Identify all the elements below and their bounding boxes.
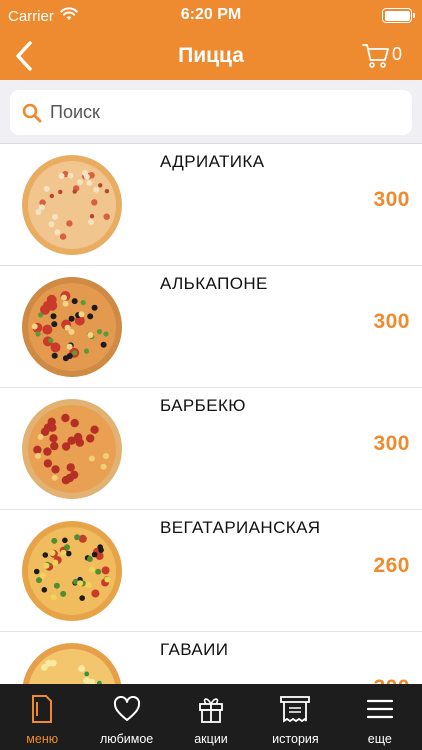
cart-button[interactable] (360, 42, 392, 70)
pizza-image (20, 275, 124, 379)
tab-4[interactable]: история (253, 684, 337, 750)
pizza-image (20, 519, 124, 623)
item-name: ВЕГАТАРИАНСКАЯ (160, 518, 321, 537)
tab-2[interactable]: любимое (84, 684, 168, 750)
tab-label: любимое (99, 732, 154, 746)
item-name: АЛЬКАПОНЕ (160, 274, 268, 293)
tab-label: акции (194, 732, 228, 746)
pizza-image (20, 153, 124, 257)
tab-label: меню (26, 732, 59, 746)
tab-label: еще (367, 732, 392, 746)
item-name: АДРИАТИКА (160, 152, 265, 171)
status-time: 6:20 PM (180, 6, 242, 23)
menu-document-icon (31, 692, 53, 726)
item-price: 260 (373, 554, 410, 577)
item-name: БАРБЕКЮ (160, 396, 246, 415)
nav-bar: Пицца 0 (0, 32, 422, 80)
tab-5[interactable]: еще (338, 684, 422, 750)
receipt-icon (279, 692, 311, 726)
list-item[interactable]: БАРБЕКЮ 300 (0, 388, 422, 510)
list-item[interactable]: АЛЬКАПОНЕ 300 (0, 266, 422, 388)
page-title: Пицца (178, 44, 244, 67)
tab-bar: меню любимое акции история еще (0, 684, 422, 750)
list-item[interactable]: АДРИАТИКА 300 (0, 144, 422, 266)
product-list[interactable]: АДРИАТИКА 300 АЛЬКАПОНЕ 300 БАРБЕКЮ 300 ВЕГАТА… (0, 144, 422, 684)
search-icon (22, 103, 42, 122)
list-item[interactable]: ВЕГАТАРИАНСКАЯ 260 (0, 510, 422, 632)
item-name: ГАВАИИ (160, 640, 229, 659)
cart-icon (362, 44, 389, 68)
hamburger-menu-icon (366, 692, 394, 726)
item-price: 300 (373, 676, 410, 684)
search-bar (0, 80, 422, 144)
pizza-image (20, 641, 124, 684)
heart-icon (113, 692, 141, 726)
search-field[interactable] (10, 90, 412, 135)
list-item[interactable]: ГАВАИИ 300 (0, 632, 422, 684)
tab-label: история (272, 732, 319, 746)
item-price: 300 (373, 188, 410, 211)
tab-3[interactable]: акции (169, 684, 253, 750)
search-input[interactable] (50, 102, 350, 123)
item-price: 300 (373, 432, 410, 455)
gift-icon (198, 692, 224, 726)
battery-icon (382, 8, 415, 23)
item-price: 300 (373, 310, 410, 333)
status-bar: Carrier 6:20 PM (0, 0, 422, 32)
pizza-image (20, 397, 124, 501)
tab-1[interactable]: меню (0, 684, 84, 750)
